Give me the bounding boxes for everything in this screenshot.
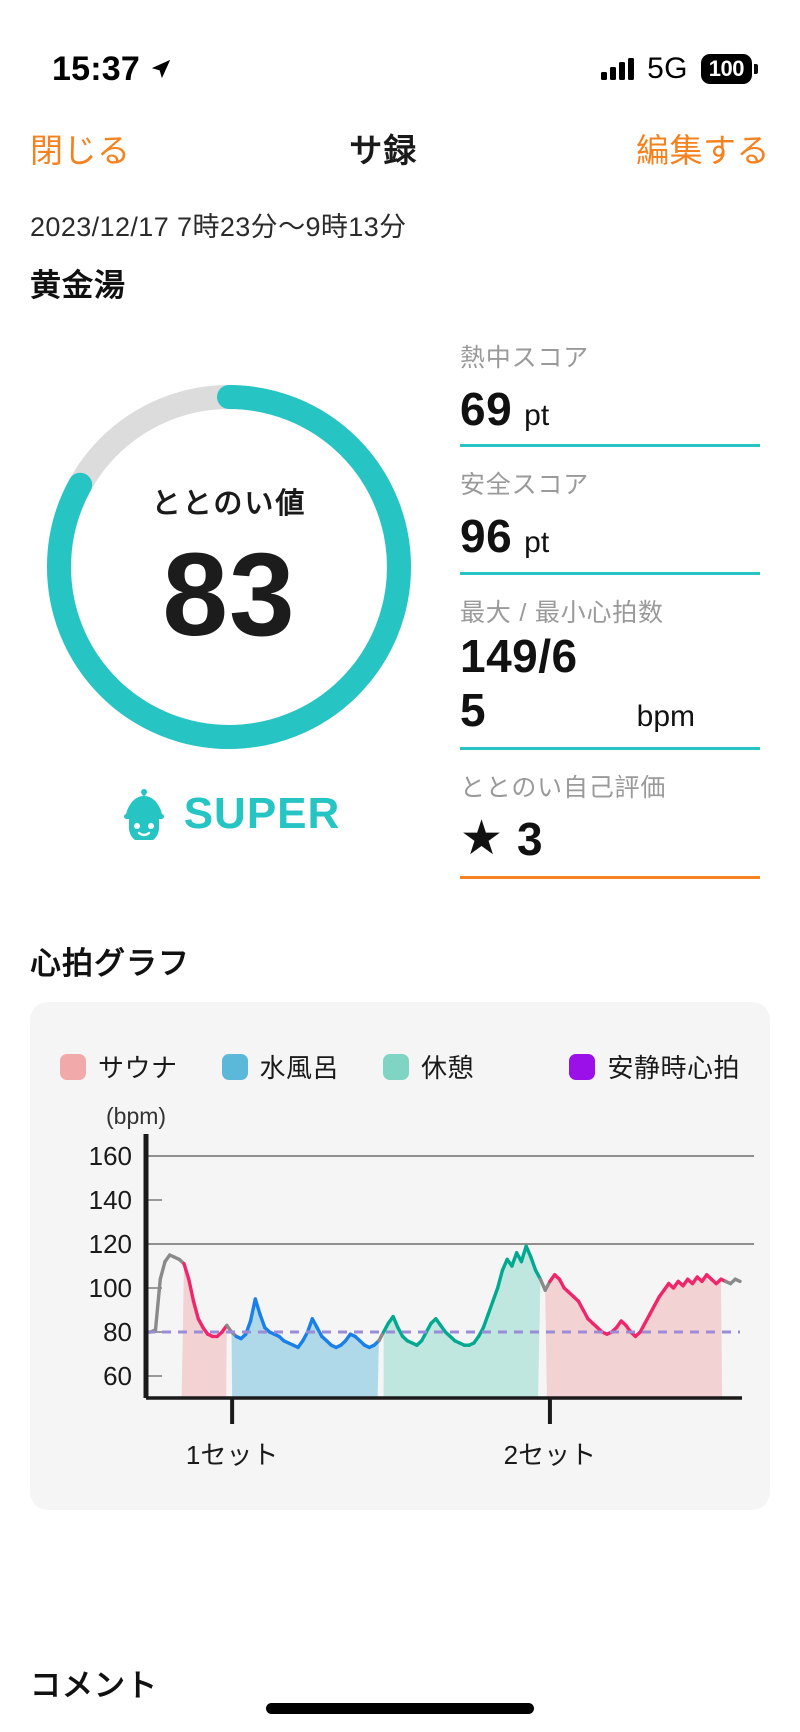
heart-rate-svg: (bpm) 60 80 100 120 140 160 1セット 2セット <box>89 1103 754 1470</box>
y-axis-tick-label: 100 <box>89 1273 132 1303</box>
edit-button[interactable]: 編集する <box>636 124 770 172</box>
legend-swatch <box>569 1053 596 1080</box>
session-date-range: 2023/12/17 7時23分〜9時13分 <box>30 212 407 242</box>
legend-item-rest: 休憩 <box>383 1048 474 1085</box>
rank-label: SUPER <box>183 789 341 838</box>
stat-underline <box>460 444 760 448</box>
battery-indicator: 100 <box>700 54 752 84</box>
gauge-center-content: ととのい値 83 <box>34 372 424 762</box>
network-type-label: 5G <box>647 52 688 85</box>
stat-label: 安全スコア <box>460 471 590 500</box>
session-meta: 2023/12/17 7時23分〜9時13分 黄金湯 <box>30 205 407 305</box>
y-axis-tick-label: 60 <box>103 1361 132 1391</box>
stat-label: 熱中スコア <box>460 344 590 372</box>
y-axis-unit-label: (bpm) <box>106 1103 166 1129</box>
navigation-bar: 閉じる サ録 編集する <box>0 108 800 188</box>
chart-legend: サウナ 水風呂 休憩 安静時心拍 <box>60 1048 740 1085</box>
stat-safety-score: 安全スコア 96 pt <box>460 465 760 575</box>
comment-section-title: コメント <box>30 1668 158 1703</box>
legend-swatch <box>221 1053 248 1080</box>
y-axis-tick-label: 160 <box>89 1141 132 1171</box>
legend-item-sauna: サウナ <box>60 1048 178 1085</box>
cellular-bars-icon <box>601 58 635 80</box>
stat-label: ととのい自己評価 <box>460 774 667 803</box>
gauge-label: ととのい値 <box>151 488 307 520</box>
legend-swatch <box>383 1053 410 1080</box>
status-bar-left: 15:37 <box>52 50 172 89</box>
screen-root: 15:37 5G 100 閉じる サ録 編集する 2023/12/17 7時23… <box>0 0 800 1732</box>
stat-value: 3 <box>517 813 543 866</box>
stat-unit: pt <box>524 526 550 560</box>
stat-underline <box>460 747 760 751</box>
stat-value-row: 96 pt <box>460 509 760 571</box>
status-bar-right: 5G 100 <box>601 52 752 86</box>
phase-band <box>383 1246 541 1398</box>
close-button[interactable]: 閉じる <box>30 124 131 172</box>
stat-unit: bpm <box>636 699 695 733</box>
y-axis-tick-label: 140 <box>89 1185 132 1215</box>
stat-value: 69 <box>460 383 513 435</box>
heart-rate-plot: (bpm) 60 80 100 120 140 160 1セット 2セット <box>30 1098 770 1510</box>
sauna-hat-character-icon <box>123 789 164 840</box>
legend-label: 安静時心拍 <box>607 1053 740 1083</box>
rank-badge: SUPER <box>34 788 424 840</box>
series-segment <box>153 1277 162 1332</box>
home-indicator <box>266 1703 534 1714</box>
stat-value-line2-row: 5 bpm <box>460 683 695 737</box>
stat-value-line2: 5 <box>460 683 487 736</box>
y-axis-ticks: 60 80 100 120 140 160 <box>89 1141 162 1391</box>
series-segment <box>733 1277 742 1284</box>
set-marker-label: 1セット <box>186 1440 278 1470</box>
stat-value-line1: 149/6 <box>460 629 578 682</box>
status-bar-time: 15:37 <box>52 49 140 88</box>
summary-section: ととのい値 83 SUPER 熱中スコア 69 pt 安全スコア 96 pt 最… <box>0 330 800 930</box>
totonoi-gauge: ととのい値 83 <box>34 372 424 762</box>
y-axis-tick-label: 120 <box>89 1229 132 1259</box>
stat-value-row: 149/6 5 bpm <box>460 629 760 738</box>
stat-value: 96 <box>460 510 513 563</box>
star-icon: ★ <box>460 812 504 866</box>
legend-label: サウナ <box>98 1053 178 1083</box>
stat-underline <box>460 571 760 575</box>
series-segment <box>158 1259 167 1281</box>
chart-set-markers: 1セット 2セット <box>186 1398 596 1470</box>
stat-unit: pt <box>524 399 550 432</box>
legend-swatch <box>60 1053 86 1080</box>
set-marker-label: 2セット <box>504 1440 596 1470</box>
y-axis-tick-label: 80 <box>103 1317 132 1347</box>
legend-item-resting-hr: 安静時心拍 <box>569 1048 740 1085</box>
venue-name: 黄金湯 <box>30 268 126 303</box>
heart-rate-chart-card: サウナ 水風呂 休憩 安静時心拍 (bpm) 60 80 100 120 140 160 <box>30 1002 770 1510</box>
location-arrow-icon <box>151 59 171 79</box>
chart-section-title: 心拍グラフ <box>30 946 190 981</box>
legend-item-cold-bath: 水風呂 <box>221 1048 340 1085</box>
status-bar: 15:37 5G 100 <box>0 0 800 108</box>
legend-label: 休憩 <box>421 1053 475 1083</box>
stat-value-row: 69 pt <box>460 382 760 444</box>
stat-self-rating: ととのい自己評価 ★ 3 <box>460 768 760 880</box>
stat-label: 最大 / 最小心拍数 <box>460 598 664 627</box>
stat-max-min-heart-rate: 最大 / 最小心拍数 149/6 5 bpm <box>460 593 760 751</box>
stat-underline <box>460 876 760 880</box>
legend-label: 水風呂 <box>259 1053 340 1083</box>
stat-heat-score: 熱中スコア 69 pt <box>460 338 760 448</box>
chart-gridlines <box>146 1155 754 1245</box>
gauge-value: 83 <box>162 529 296 661</box>
page-title: サ録 <box>349 132 418 169</box>
stats-list: 熱中スコア 69 pt 安全スコア 96 pt 最大 / 最小心拍数 149/6 <box>460 338 760 897</box>
stat-value-row[interactable]: ★ 3 <box>460 812 760 876</box>
